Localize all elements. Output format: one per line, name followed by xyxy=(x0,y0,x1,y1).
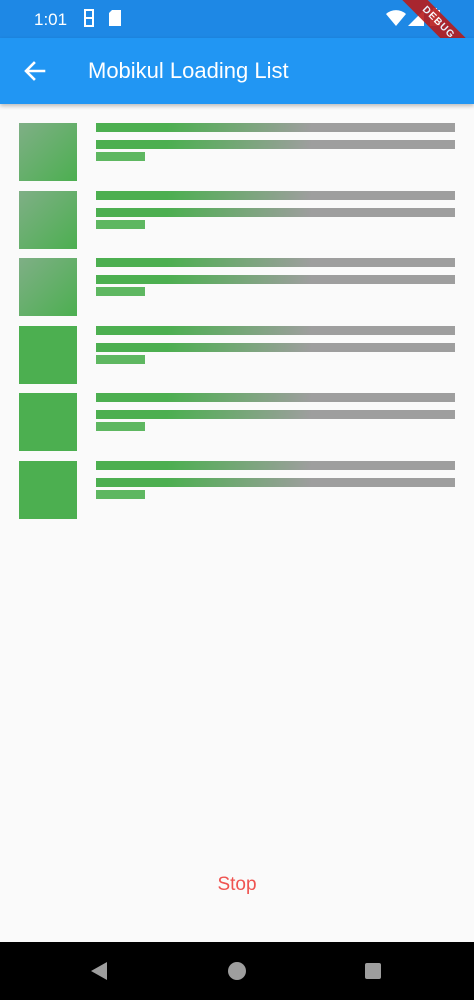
thumbnail-placeholder xyxy=(19,258,77,316)
loading-list xyxy=(19,123,455,528)
text-line-placeholder xyxy=(96,410,455,419)
text-line-placeholder xyxy=(96,190,455,200)
short-text-placeholder xyxy=(96,287,145,296)
text-line-placeholder xyxy=(96,325,455,335)
sim-icon xyxy=(82,9,96,27)
navigation-bar xyxy=(0,942,474,1000)
text-line-placeholder xyxy=(96,123,455,132)
home-circle-icon[interactable] xyxy=(227,961,247,981)
back-triangle-icon[interactable] xyxy=(90,961,108,981)
text-line-placeholder xyxy=(96,393,455,402)
wifi-icon xyxy=(386,10,406,26)
status-time: 1:01 xyxy=(34,10,68,29)
short-text-placeholder xyxy=(96,152,145,161)
back-button[interactable] xyxy=(20,56,50,86)
text-line-placeholder xyxy=(96,460,455,470)
recents-square-icon[interactable] xyxy=(364,962,382,980)
thumbnail-placeholder xyxy=(19,460,77,519)
text-line-placeholder xyxy=(96,477,455,487)
list-item-skeleton xyxy=(19,460,455,529)
thumbnail-placeholder xyxy=(19,393,77,451)
text-line-placeholder xyxy=(96,140,455,149)
text-line-placeholder xyxy=(96,275,455,284)
sd-card-icon xyxy=(108,9,122,27)
thumbnail-placeholder xyxy=(19,123,77,181)
thumbnail-placeholder xyxy=(19,190,77,249)
short-text-placeholder xyxy=(96,422,145,431)
thumbnail-placeholder xyxy=(19,325,77,384)
stop-button[interactable]: Stop xyxy=(197,870,277,900)
list-item-skeleton xyxy=(19,325,455,394)
list-item-skeleton xyxy=(19,123,455,191)
list-item-skeleton xyxy=(19,393,455,461)
list-item-skeleton xyxy=(19,190,455,259)
list-item-skeleton xyxy=(19,258,455,326)
short-text-placeholder xyxy=(96,219,145,229)
text-line-placeholder xyxy=(96,342,455,352)
app-bar: Mobikul Loading List xyxy=(0,38,474,104)
text-line-placeholder xyxy=(96,258,455,267)
text-line-placeholder xyxy=(96,207,455,217)
page-title: Mobikul Loading List xyxy=(88,58,289,83)
arrow-back-icon xyxy=(20,61,50,90)
short-text-placeholder xyxy=(96,489,145,499)
short-text-placeholder xyxy=(96,354,145,364)
status-bar: 1:01 xyxy=(0,0,474,38)
